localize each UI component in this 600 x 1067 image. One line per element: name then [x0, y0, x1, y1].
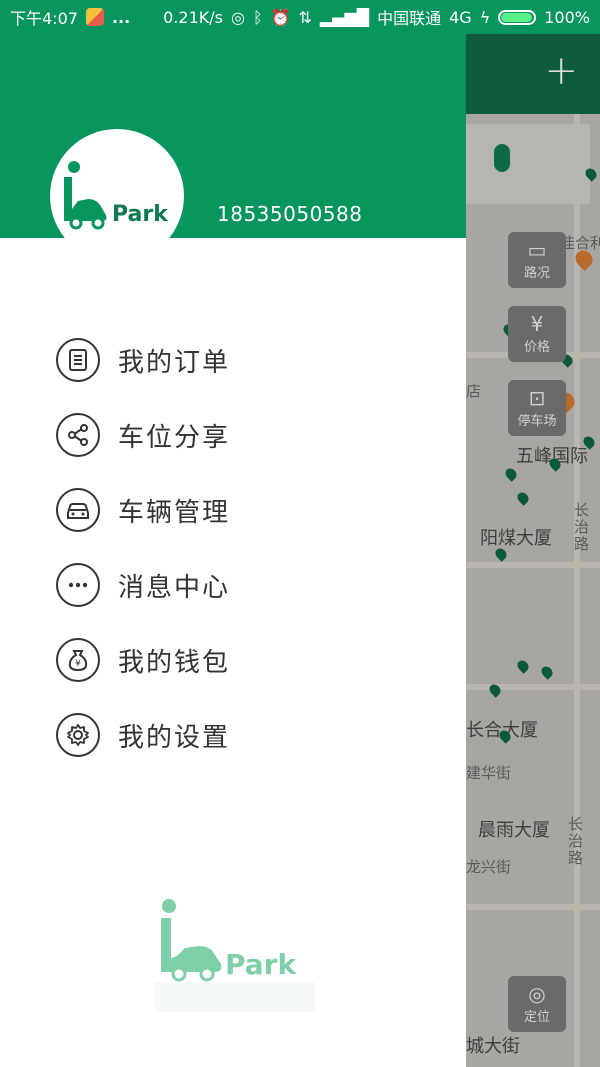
microphone-icon[interactable] [494, 144, 510, 172]
map-label: 城大街 [466, 1036, 520, 1057]
parking-pin[interactable] [515, 490, 531, 506]
map-label: 店 [466, 382, 482, 400]
menu-item-space-share[interactable]: 车位分享 [0, 402, 466, 468]
avatar[interactable]: Park [50, 129, 184, 263]
more-notifications-icon: ... [111, 7, 131, 27]
status-time: 下午4:07 [10, 9, 78, 28]
carrier-name: 中国联通 [377, 9, 442, 28]
traffic-button[interactable]: ▭ 路况 [508, 232, 566, 288]
menu-label-messages: 消息中心 [118, 572, 231, 603]
menu-item-messages[interactable]: 消息中心 [0, 552, 466, 618]
map-view[interactable]: + 佳合利亚 店 五峰国际 阳煤大厦 长治路 长合大厦 建华街 晨雨大厦 长治路… [466, 34, 600, 1067]
settings-gear-icon [56, 713, 100, 757]
parking-lot-button[interactable]: ⊡ 停车场 [508, 380, 566, 436]
parking-pin[interactable] [503, 466, 519, 482]
hotspot-icon: ◎ [230, 7, 245, 27]
app-notification-icon [85, 8, 104, 26]
status-bar: 下午4:07 ... 0.21K/s ◎ ᛒ ⏰ ⇅ ▂▄▆█ 中国联通 4G … [0, 0, 600, 34]
ipark-watermark-icon: Park [155, 899, 315, 1012]
traffic-label: 路况 [523, 266, 550, 281]
locate-button[interactable]: ◎ 定位 [508, 976, 566, 1032]
order-list-icon [56, 338, 100, 382]
parking-pin[interactable] [515, 658, 531, 674]
battery-percent: 100% [544, 7, 590, 27]
data-arrows-icon: ⇅ [298, 7, 312, 27]
map-top-bar: + [466, 34, 600, 114]
map-search-box[interactable] [466, 124, 590, 204]
svg-text:Park: Park [225, 948, 297, 981]
drawer-header: Park 18535050588 [0, 34, 466, 263]
parking-lot-label: 停车场 [517, 414, 557, 429]
menu-item-orders[interactable]: 我的订单 [0, 327, 466, 393]
network-speed: 0.21K/s [163, 7, 223, 27]
network-type: 4G [449, 7, 472, 27]
menu-label-settings: 我的设置 [118, 722, 231, 753]
svg-text:Park: Park [112, 202, 169, 227]
car-icon [56, 488, 100, 532]
alarm-off-icon: ⏰ [270, 7, 291, 27]
parking-pin[interactable] [539, 664, 555, 680]
svg-text:¥: ¥ [75, 659, 81, 669]
traffic-light-icon: ▭ [527, 238, 547, 262]
message-icon [56, 563, 100, 607]
menu-item-vehicles[interactable]: 车辆管理 [0, 477, 466, 543]
charging-icon: ϟ [479, 7, 491, 27]
map-label: 长治路 [568, 815, 584, 867]
navigation-drawer: Park 18535050588 我的订单 车位分享 车辆管理 消息中心 ¥ 我… [0, 34, 466, 1067]
battery-icon [498, 9, 537, 25]
menu-label-wallet: 我的钱包 [118, 647, 231, 678]
map-label: 龙兴街 [466, 858, 512, 876]
menu-item-wallet[interactable]: ¥ 我的钱包 [0, 627, 466, 693]
map-label: 阳煤大厦 [480, 528, 552, 549]
signal-icon: ▂▄▆█ [319, 7, 370, 27]
share-icon [56, 413, 100, 457]
menu-item-settings[interactable]: 我的设置 [0, 702, 466, 768]
menu-label-orders: 我的订单 [118, 347, 231, 378]
car-front-icon: ⊡ [528, 386, 546, 410]
yen-icon: ¥ [530, 312, 544, 336]
map-label: 晨雨大厦 [478, 820, 550, 841]
menu-label-vehicles: 车辆管理 [118, 497, 231, 528]
price-button[interactable]: ¥ 价格 [508, 306, 566, 362]
add-icon[interactable]: + [544, 48, 578, 94]
bottom-brand-logo: Park [155, 896, 315, 1016]
map-label: 建华街 [466, 764, 512, 782]
bluetooth-icon: ᛒ [252, 7, 263, 27]
price-label: 价格 [523, 340, 550, 355]
user-phone-number: 18535050588 [217, 202, 363, 226]
ipark-logo-icon: Park [64, 161, 169, 230]
map-label: 长治路 [574, 501, 590, 553]
wallet-icon: ¥ [56, 638, 100, 682]
menu-label-space-share: 车位分享 [118, 422, 231, 453]
crosshair-icon: ◎ [528, 982, 546, 1006]
locate-label: 定位 [523, 1010, 550, 1025]
